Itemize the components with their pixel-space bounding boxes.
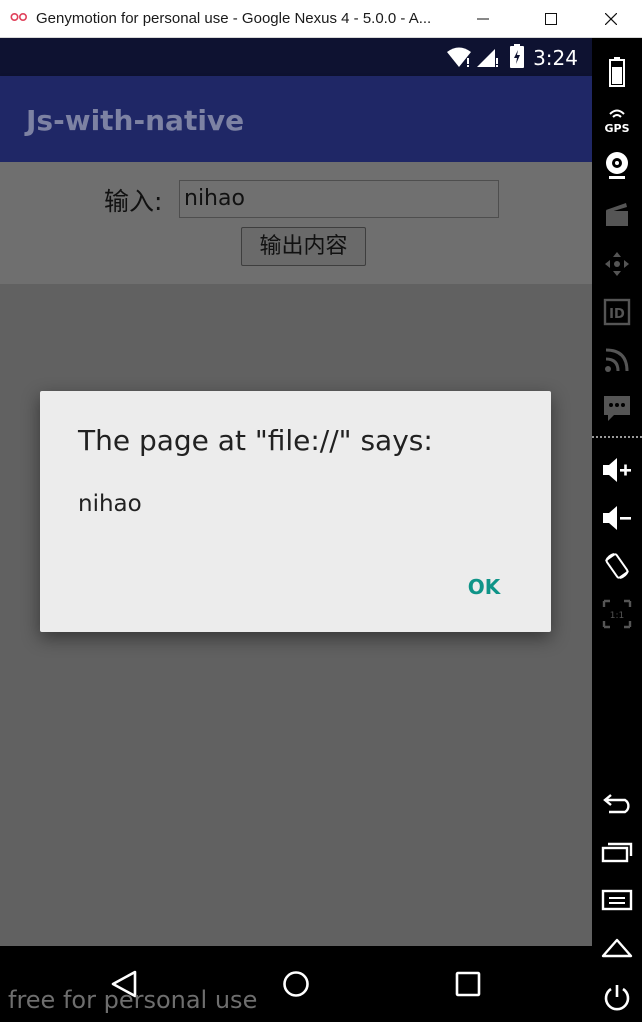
webcam-widget[interactable] — [592, 146, 642, 186]
sms-icon — [604, 396, 630, 421]
minimize-icon — [477, 18, 489, 20]
device-id-widget[interactable]: ID — [592, 292, 642, 332]
device-screen: 3:24 Js-with-native 输入: nihao 输出内容 The p… — [0, 38, 592, 946]
volume-down-icon — [603, 506, 631, 530]
text-input[interactable]: nihao — [179, 180, 499, 218]
status-bar: 3:24 — [0, 38, 592, 76]
recent-apps-icon — [455, 971, 481, 997]
remote-control-widget[interactable] — [592, 244, 642, 284]
gps-widget[interactable]: GPS — [592, 100, 642, 140]
webview-form: 输入: nihao 输出内容 — [0, 162, 592, 284]
nav-home-button[interactable] — [276, 964, 316, 1004]
close-button[interactable] — [588, 0, 634, 38]
volume-down-button[interactable] — [592, 498, 642, 538]
minimize-button[interactable] — [460, 0, 506, 38]
device-id-icon: ID — [603, 298, 631, 326]
maximize-icon — [545, 13, 557, 25]
window-title-bar: Genymotion for personal use - Google Nex… — [0, 0, 642, 38]
rotate-icon — [605, 553, 629, 579]
back-icon — [603, 794, 630, 814]
side-back-button[interactable] — [592, 784, 642, 824]
maximize-button[interactable] — [528, 0, 574, 38]
pixel-perfect-icon: 1:1 — [602, 599, 632, 629]
svg-text:ID: ID — [609, 307, 625, 322]
genymotion-side-panel: GPS ID 1:1 — [592, 38, 642, 1022]
svg-text:GPS: GPS — [604, 122, 629, 135]
pixel-perfect-button[interactable]: 1:1 — [592, 594, 642, 634]
home-icon — [283, 971, 309, 997]
battery-charging-icon — [510, 44, 524, 68]
video-capture-widget[interactable] — [592, 194, 642, 234]
output-content-button[interactable]: 输出内容 — [241, 227, 366, 266]
wifi-icon — [447, 47, 471, 67]
ok-button[interactable]: OK — [456, 569, 512, 605]
close-icon — [605, 13, 617, 25]
battery-widget[interactable] — [592, 52, 642, 92]
svg-text:1:1: 1:1 — [610, 611, 624, 621]
webcam-icon — [606, 152, 628, 179]
power-icon — [604, 985, 630, 1011]
dialog-message: nihao — [78, 491, 142, 517]
dialog-title: The page at "file://" says: — [78, 424, 433, 457]
input-label: 输入: — [104, 187, 163, 216]
side-menu-button[interactable] — [592, 880, 642, 920]
status-time: 3:24 — [533, 46, 578, 70]
video-capture-icon — [606, 203, 628, 226]
side-recent-apps-button[interactable] — [592, 832, 642, 872]
remote-control-icon — [605, 252, 629, 276]
side-home-button[interactable] — [592, 928, 642, 968]
network-widget[interactable] — [592, 340, 642, 380]
genymotion-logo-icon — [10, 12, 28, 22]
home-icon — [601, 938, 633, 958]
volume-up-button[interactable] — [592, 450, 642, 490]
watermark: free for personal use — [8, 986, 258, 1014]
volume-up-icon — [603, 458, 631, 482]
menu-icon — [601, 889, 633, 911]
battery-icon — [609, 57, 625, 87]
power-button[interactable] — [592, 978, 642, 1018]
alert-dialog: The page at "file://" says: nihao OK — [40, 391, 551, 632]
panel-separator — [592, 436, 642, 438]
window-title: Genymotion for personal use - Google Nex… — [36, 10, 432, 27]
action-bar: Js-with-native — [0, 76, 592, 162]
app-title: Js-with-native — [26, 104, 245, 137]
rotate-button[interactable] — [592, 546, 642, 586]
network-icon — [605, 348, 629, 372]
gps-icon: GPS — [604, 109, 630, 135]
recent-apps-icon — [601, 842, 633, 863]
nav-recent-apps-button[interactable] — [448, 964, 488, 1004]
signal-icon — [477, 49, 498, 67]
sms-widget[interactable] — [592, 388, 642, 428]
